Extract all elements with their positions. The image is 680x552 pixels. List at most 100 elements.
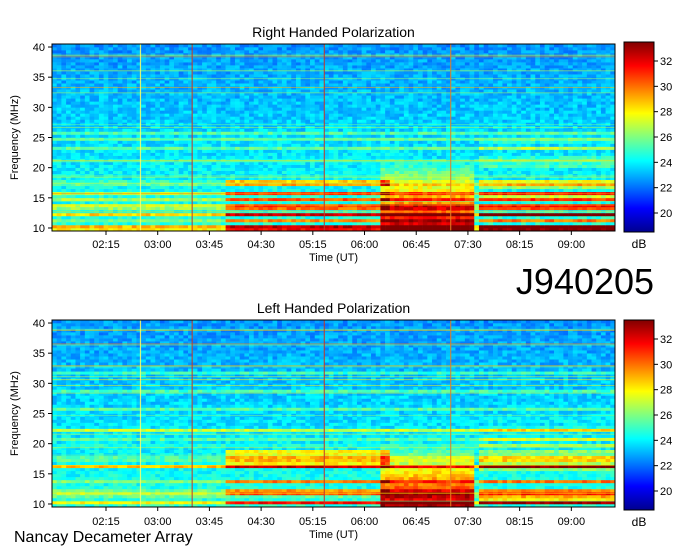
heatmap-cell [507, 188, 513, 193]
heatmap-cell [469, 215, 475, 220]
heatmap-cell [164, 110, 170, 114]
heatmap-cell [403, 113, 409, 117]
heatmap-cell [122, 122, 128, 126]
heatmap-cell [464, 215, 470, 220]
heatmap-cell [530, 173, 536, 178]
heatmap-cell [568, 224, 574, 229]
heatmap-cell [521, 146, 527, 150]
heatmap-cell [277, 137, 283, 141]
heatmap-cell [596, 137, 602, 141]
heatmap-cell [342, 164, 348, 168]
heatmap-cell [281, 194, 287, 199]
heatmap-cell [305, 134, 311, 138]
heatmap-cell [469, 134, 475, 138]
heatmap-cell [230, 221, 236, 226]
heatmap-cell [469, 152, 475, 156]
heatmap-cell [197, 149, 203, 153]
heatmap-cell [403, 185, 409, 190]
heatmap-cell [530, 143, 536, 147]
heatmap-cell [281, 164, 287, 168]
heatmap-cell [389, 218, 395, 223]
heatmap-cell [596, 119, 602, 123]
heatmap-cell [56, 221, 62, 226]
heatmap-cell [483, 188, 489, 193]
heatmap-cell [272, 197, 278, 202]
heatmap-cell [225, 179, 231, 184]
heatmap-cell [112, 146, 118, 150]
heatmap-cell [572, 128, 578, 132]
heatmap-cell [122, 185, 128, 190]
heatmap-cell [300, 119, 306, 123]
heatmap-cell [413, 149, 419, 153]
heatmap-cell [112, 110, 118, 114]
heatmap-cell [563, 212, 569, 217]
heatmap-cell [291, 194, 297, 199]
heatmap-cell [427, 149, 433, 153]
heatmap-cell [596, 218, 602, 223]
heatmap-cell [178, 164, 184, 168]
heatmap-cell [277, 119, 283, 123]
heatmap-cell [502, 155, 508, 159]
heatmap-cell [112, 152, 118, 156]
heatmap-cell [394, 224, 400, 229]
heatmap-cell [408, 164, 414, 168]
heatmap-cell [408, 119, 414, 123]
heatmap-cell [511, 152, 517, 156]
heatmap-cell [432, 110, 438, 114]
heatmap-cell [300, 197, 306, 202]
heatmap-cell [305, 206, 311, 211]
heatmap-cell [530, 113, 536, 117]
heatmap-cell [535, 194, 541, 199]
heatmap-cell [371, 134, 377, 138]
heatmap-cell [507, 134, 513, 138]
heatmap-cell [263, 152, 269, 156]
heatmap-cell [225, 116, 231, 120]
heatmap-cell [234, 164, 240, 168]
heatmap-cell [89, 128, 95, 132]
heatmap-cell [511, 173, 517, 178]
heatmap-cell [286, 128, 292, 132]
heatmap-cell [211, 185, 217, 190]
heatmap-cell [263, 131, 269, 135]
heatmap-cell [474, 128, 480, 132]
heatmap-cell [108, 140, 114, 144]
heatmap-cell [539, 215, 545, 220]
heatmap-cell [596, 113, 602, 117]
heatmap-cell [216, 143, 222, 147]
heatmap-cell [361, 140, 367, 144]
heatmap-cell [192, 179, 198, 184]
heatmap-cell [94, 152, 100, 156]
heatmap-cell [84, 128, 90, 132]
heatmap-cell [586, 113, 592, 117]
heatmap-cell [103, 155, 109, 159]
heatmap-cell [455, 110, 461, 114]
heatmap-cell [211, 203, 217, 208]
heatmap-cell [131, 215, 137, 220]
heatmap-cell [66, 131, 72, 135]
heatmap-cell [525, 143, 531, 147]
heatmap-cell [572, 203, 578, 208]
heatmap-cell [164, 185, 170, 190]
heatmap-cell [108, 212, 114, 217]
heatmap-cell [131, 149, 137, 153]
heatmap-cell [544, 134, 550, 138]
heatmap-cell [535, 167, 541, 171]
heatmap-cell [291, 137, 297, 141]
heatmap-cell [432, 206, 438, 211]
heatmap-cell [460, 206, 466, 211]
heatmap-cell [497, 146, 503, 150]
heatmap-cell [380, 173, 386, 178]
heatmap-cell [478, 218, 484, 223]
heatmap-cell [380, 149, 386, 153]
heatmap-cell [239, 131, 245, 135]
heatmap-cell [342, 179, 348, 184]
heatmap-cell [319, 122, 325, 126]
heatmap-cell [366, 116, 372, 120]
heatmap-cell [183, 128, 189, 132]
heatmap-cell [225, 173, 231, 178]
heatmap-cell [253, 155, 259, 159]
heatmap-cell [371, 143, 377, 147]
heatmap-cell [417, 107, 423, 111]
heatmap-cell [291, 218, 297, 223]
heatmap-cell [539, 107, 545, 111]
